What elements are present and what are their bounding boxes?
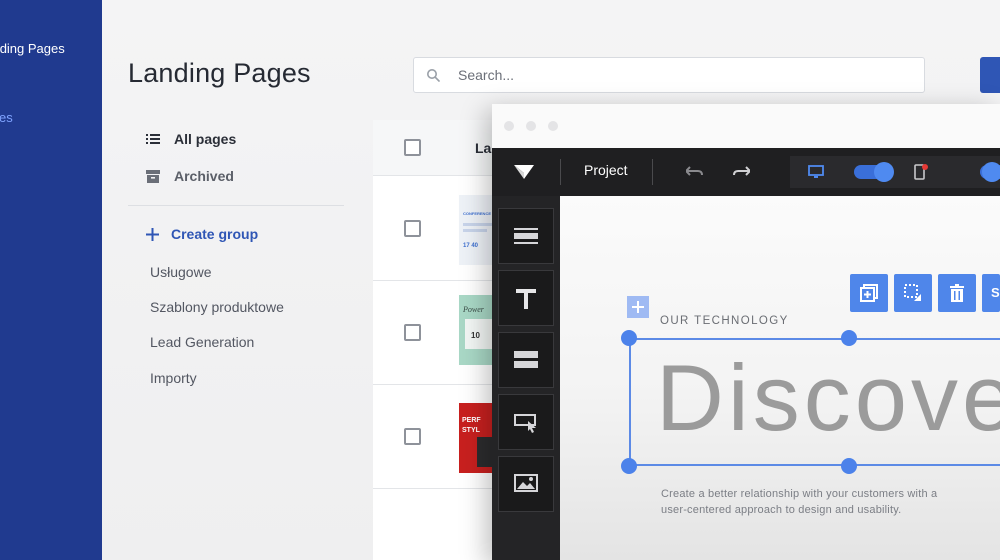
window-control-dot[interactable] — [548, 121, 558, 131]
image-tool[interactable] — [498, 456, 554, 512]
create-group-button[interactable]: Create group — [146, 226, 258, 242]
resize-button[interactable] — [894, 274, 932, 312]
element-tools-panel — [492, 196, 560, 560]
editor-window: Project S OUR TECHNOLOGY Discove Create … — [492, 104, 1000, 560]
resize-handle[interactable] — [621, 458, 637, 474]
mobile-toggle[interactable] — [980, 162, 1000, 182]
editor-toolbar: Project — [492, 148, 1000, 196]
group-item[interactable]: Szablony produktowe — [150, 299, 284, 315]
button-cursor-icon — [514, 414, 536, 433]
group-item[interactable]: Usługowe — [150, 264, 211, 280]
create-group-label: Create group — [171, 226, 259, 242]
thumbnail-text: STYL — [462, 427, 480, 434]
text-tool[interactable] — [498, 270, 554, 326]
settings-button-label: S — [991, 285, 1000, 300]
nav-archived-label: Archived — [174, 168, 234, 184]
primary-action-button[interactable] — [980, 57, 1000, 93]
headline-text[interactable]: Discove — [656, 344, 1000, 452]
project-menu[interactable]: Project — [584, 162, 628, 178]
nav-all-pages[interactable]: All pages — [146, 131, 236, 147]
editor-canvas[interactable]: S OUR TECHNOLOGY Discove Create a better… — [560, 196, 1000, 560]
search-box[interactable] — [413, 57, 925, 93]
thumbnail-text: Power — [463, 305, 484, 314]
undo-icon[interactable] — [686, 165, 704, 177]
row-checkbox[interactable] — [404, 428, 421, 445]
group-item[interactable]: Importy — [150, 370, 197, 386]
nav-archived[interactable]: Archived — [146, 168, 234, 184]
desktop-view-group — [790, 156, 910, 188]
sidebar-item-landing-pages[interactable]: Landing Pages — [0, 41, 65, 56]
plus-icon — [632, 301, 644, 313]
window-control-dot[interactable] — [526, 121, 536, 131]
thumbnail-text: 17 40 — [463, 243, 479, 249]
thumbnail-text: CONFERENCE — [463, 211, 492, 216]
row-checkbox[interactable] — [404, 324, 421, 341]
button-tool[interactable] — [498, 394, 554, 450]
thumbnail-text: PERF — [462, 417, 481, 424]
row-checkbox[interactable] — [404, 220, 421, 237]
search-input[interactable] — [458, 58, 908, 92]
trash-icon — [950, 284, 964, 302]
settings-button[interactable]: S — [982, 274, 1000, 312]
mobile-icon[interactable] — [914, 164, 928, 180]
group-item[interactable]: Lead Generation — [150, 334, 254, 350]
add-element-button[interactable] — [627, 296, 649, 318]
nav-divider — [128, 205, 344, 206]
desktop-toggle[interactable] — [854, 162, 894, 182]
window-control-dot[interactable] — [504, 121, 514, 131]
box-icon — [514, 351, 538, 368]
logo-icon — [514, 165, 534, 179]
search-icon — [427, 69, 440, 82]
thumbnail-text: 10 — [471, 331, 480, 340]
list-icon — [146, 134, 160, 144]
description-text[interactable]: Create a better relationship with your c… — [661, 486, 961, 518]
sidebar-item-lightboxes[interactable]: boxes — [0, 110, 13, 125]
mobile-view-group — [910, 156, 1000, 188]
box-tool[interactable] — [498, 332, 554, 388]
app-sidebar: Landing Pages ps boxes ins — [0, 0, 102, 560]
nav-all-pages-label: All pages — [174, 131, 237, 147]
section-tool[interactable] — [498, 208, 554, 264]
select-all-checkbox[interactable] — [404, 139, 421, 156]
section-icon — [514, 228, 538, 244]
resize-icon — [904, 284, 921, 301]
desktop-icon[interactable] — [808, 165, 824, 179]
resize-handle[interactable] — [621, 330, 637, 346]
page-title: Landing Pages — [128, 58, 311, 88]
redo-icon[interactable] — [732, 165, 750, 177]
duplicate-icon — [860, 284, 878, 302]
resize-handle[interactable] — [841, 458, 857, 474]
section-eyebrow[interactable]: OUR TECHNOLOGY — [660, 315, 789, 327]
delete-button[interactable] — [938, 274, 976, 312]
column-header-label: La — [475, 140, 492, 156]
plus-icon — [146, 227, 159, 241]
archive-icon — [146, 169, 160, 183]
image-icon — [514, 474, 538, 492]
duplicate-button[interactable] — [850, 274, 888, 312]
text-icon — [516, 289, 536, 309]
window-titlebar — [492, 104, 1000, 148]
